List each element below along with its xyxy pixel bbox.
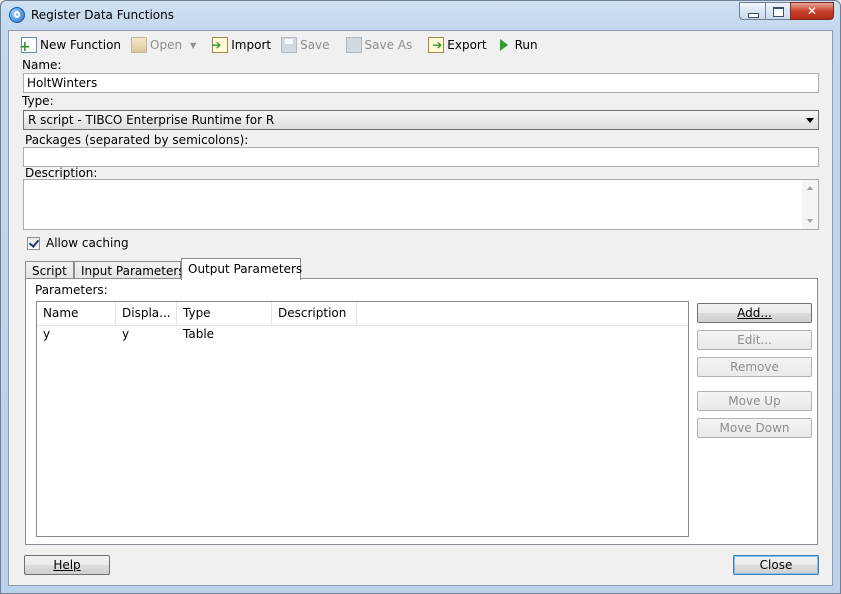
edit-label: Edit... <box>737 333 772 347</box>
close-window-button[interactable]: ✕ <box>790 2 834 20</box>
open-label: Open <box>150 38 183 52</box>
chevron-down-icon <box>806 118 814 123</box>
export-icon <box>428 37 445 53</box>
output-parameters-panel: Parameters: Name Displa... Type Descript… <box>25 278 818 545</box>
import-button[interactable]: Import <box>211 35 272 55</box>
toolbar: New Function Open ▼ Import Save Save As <box>19 35 548 55</box>
help-button[interactable]: Help <box>24 555 110 575</box>
run-label: Run <box>514 38 538 52</box>
save-button[interactable]: Save <box>281 35 330 55</box>
title-bar[interactable]: Register Data Functions ✕ <box>1 1 840 29</box>
tab-input-parameters[interactable]: Input Parameters <box>74 261 185 279</box>
tab-output-parameters-label: Output Parameters <box>188 262 303 276</box>
export-label: Export <box>447 38 487 52</box>
save-icon <box>281 37 298 53</box>
tab-input-parameters-label: Input Parameters <box>81 264 185 278</box>
remove-label: Remove <box>730 360 779 374</box>
save-as-label: Save As <box>364 38 413 52</box>
name-label: Name: <box>22 58 62 72</box>
scroll-up-icon[interactable] <box>807 186 813 190</box>
import-label: Import <box>231 38 272 52</box>
type-label: Type: <box>22 94 54 108</box>
play-icon <box>499 39 508 51</box>
minimize-button[interactable] <box>739 2 765 20</box>
column-header-description[interactable]: Description <box>272 302 357 325</box>
table-row[interactable]: y y Table <box>37 325 688 344</box>
row-type-cell: Table <box>183 327 215 341</box>
move-down-button[interactable]: Move Down <box>697 418 812 438</box>
tab-script[interactable]: Script <box>25 261 74 279</box>
add-label: Add... <box>737 306 772 320</box>
edit-parameter-button[interactable]: Edit... <box>697 330 812 350</box>
parameters-list-header: Name Displa... Type Description <box>37 302 688 326</box>
save-label: Save <box>300 38 330 52</box>
move-up-label: Move Up <box>728 394 781 408</box>
export-button[interactable]: Export <box>428 35 487 55</box>
add-parameter-button[interactable]: Add... <box>697 303 812 323</box>
parameters-list[interactable]: Name Displa... Type Description y y Tabl… <box>36 301 689 537</box>
app-icon <box>9 7 25 23</box>
maximize-button[interactable] <box>765 2 790 20</box>
help-label: Help <box>53 558 81 572</box>
chevron-down-icon[interactable]: ▼ <box>190 41 196 50</box>
packages-field[interactable] <box>23 147 819 167</box>
type-dropdown-value: R script - TIBCO Enterprise Runtime for … <box>28 113 275 127</box>
caption-buttons: ✕ <box>739 2 834 21</box>
open-button[interactable]: Open ▼ <box>131 35 196 55</box>
move-down-label: Move Down <box>719 421 790 435</box>
import-icon <box>211 37 229 53</box>
run-button[interactable]: Run <box>497 35 538 55</box>
allow-caching-option[interactable]: Allow caching <box>27 236 129 250</box>
close-icon: ✕ <box>806 4 818 18</box>
close-label: Close <box>759 558 793 572</box>
window-title: Register Data Functions <box>31 8 174 22</box>
new-function-label: New Function <box>40 38 122 52</box>
remove-parameter-button[interactable]: Remove <box>697 357 812 377</box>
type-dropdown[interactable]: R script - TIBCO Enterprise Runtime for … <box>23 110 819 130</box>
tab-output-parameters[interactable]: Output Parameters <box>181 258 303 280</box>
save-as-button[interactable]: Save As <box>345 35 413 55</box>
description-textarea[interactable] <box>23 179 819 230</box>
packages-label: Packages (separated by semicolons): <box>25 133 249 147</box>
move-up-button[interactable]: Move Up <box>697 391 812 411</box>
allow-caching-checkbox[interactable] <box>27 236 40 250</box>
close-button[interactable]: Close <box>733 555 819 575</box>
row-name-cell: y <box>43 327 51 341</box>
name-field[interactable]: HoltWinters <box>23 73 819 93</box>
tab-script-label: Script <box>32 264 67 278</box>
new-document-icon <box>19 37 37 53</box>
column-header-name[interactable]: Name <box>37 302 116 325</box>
column-header-type[interactable]: Type <box>177 302 272 325</box>
description-scrollbar[interactable] <box>802 180 818 229</box>
dialog-client-area: New Function Open ▼ Import Save Save As <box>8 30 833 586</box>
new-function-button[interactable]: New Function <box>19 35 122 55</box>
save-as-icon <box>345 37 362 53</box>
description-label: Description: <box>25 166 98 180</box>
folder-icon <box>131 37 148 53</box>
scroll-down-icon[interactable] <box>807 219 813 223</box>
column-header-display[interactable]: Displa... <box>116 302 177 325</box>
register-data-functions-window: Register Data Functions ✕ New Function O… <box>0 0 841 594</box>
row-display-cell: y <box>122 327 130 341</box>
allow-caching-label: Allow caching <box>46 236 129 250</box>
parameters-label: Parameters: <box>35 283 108 297</box>
